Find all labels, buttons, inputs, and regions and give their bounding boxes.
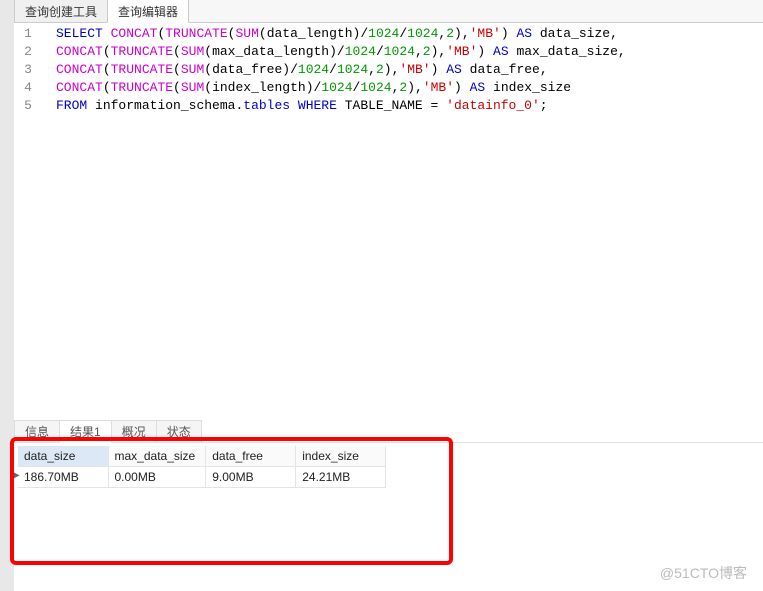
- sql-editor[interactable]: 1 2 3 4 5 SELECT CONCAT(TRUNCATE(SUM(dat…: [14, 23, 763, 421]
- result-panel: ▶ data_size max_data_size data_free inde…: [14, 443, 763, 588]
- table-row[interactable]: 186.70MB 0.00MB 9.00MB 24.21MB: [18, 467, 386, 488]
- result-table[interactable]: data_size max_data_size data_free index_…: [18, 446, 386, 488]
- row-pointer-icon: ▶: [12, 470, 20, 481]
- code-area[interactable]: SELECT CONCAT(TRUNCATE(SUM(data_length)/…: [42, 23, 763, 421]
- line-number: 3: [14, 61, 42, 79]
- tab-query-builder[interactable]: 查询创建工具: [14, 0, 108, 22]
- cell[interactable]: 24.21MB: [296, 467, 386, 488]
- bottom-tab-bar: 信息 结果1 概况 状态: [14, 421, 763, 443]
- left-gutter: [0, 0, 14, 591]
- cell[interactable]: 186.70MB: [18, 467, 108, 488]
- watermark: @51CTO博客: [660, 563, 747, 583]
- table-header-row: data_size max_data_size data_free index_…: [18, 446, 386, 467]
- tab-query-editor[interactable]: 查询编辑器: [107, 0, 189, 23]
- line-number: 2: [14, 43, 42, 61]
- line-number: 1: [14, 25, 42, 43]
- tab-result1[interactable]: 结果1: [59, 420, 112, 443]
- tab-profile[interactable]: 概况: [111, 420, 157, 442]
- col-header[interactable]: data_size: [18, 446, 108, 467]
- cell[interactable]: 0.00MB: [108, 467, 206, 488]
- cell[interactable]: 9.00MB: [206, 467, 296, 488]
- tab-status[interactable]: 状态: [156, 420, 202, 442]
- tab-info[interactable]: 信息: [14, 420, 60, 442]
- top-tab-bar: 查询创建工具 查询编辑器: [0, 0, 763, 23]
- line-number: 4: [14, 79, 42, 97]
- line-number: 5: [14, 97, 42, 115]
- col-header[interactable]: index_size: [296, 446, 386, 467]
- line-number-gutter: 1 2 3 4 5: [14, 23, 42, 421]
- col-header[interactable]: max_data_size: [108, 446, 206, 467]
- col-header[interactable]: data_free: [206, 446, 296, 467]
